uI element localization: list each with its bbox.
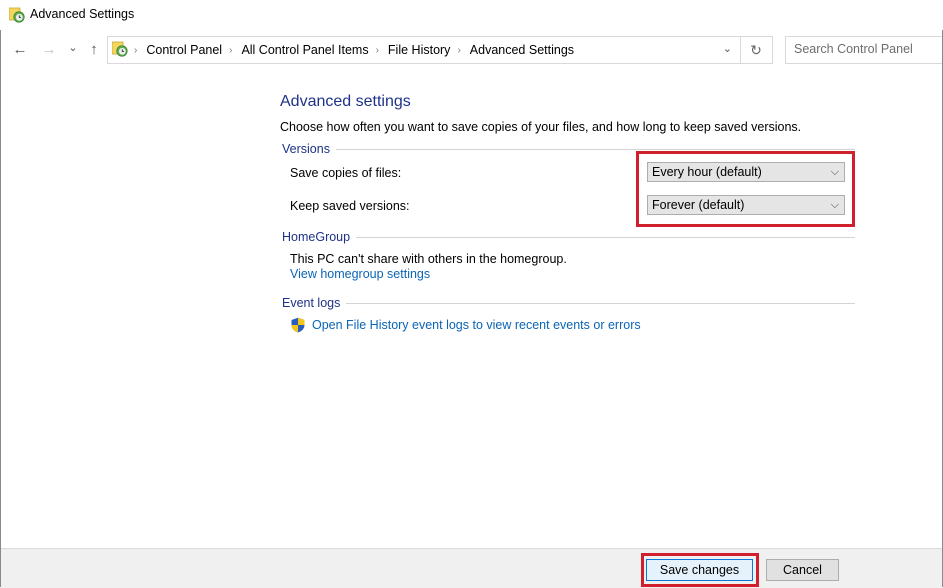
chevron-right-icon[interactable]: › <box>457 45 460 56</box>
chevron-right-icon[interactable]: › <box>134 45 137 56</box>
open-event-logs-link[interactable]: Open File History event logs to view rec… <box>312 318 641 332</box>
divider <box>335 148 855 150</box>
file-history-icon <box>112 41 128 57</box>
back-button[interactable]: ← <box>11 40 29 60</box>
keep-versions-value: Forever (default) <box>652 198 745 212</box>
homegroup-group-header: HomeGroup <box>282 229 855 245</box>
window-frame <box>0 0 943 587</box>
window-title: Advanced Settings <box>30 7 135 21</box>
arrow-right-icon: → <box>41 41 57 58</box>
divider <box>346 302 855 304</box>
recent-locations-button[interactable]: ⌄ <box>64 38 82 58</box>
refresh-icon: ↻ <box>750 42 762 58</box>
save-copies-value: Every hour (default) <box>652 165 762 179</box>
search-input[interactable] <box>786 37 939 61</box>
breadcrumb-all-control-panel-items[interactable]: All Control Panel Items <box>241 43 368 57</box>
file-history-icon <box>9 7 25 23</box>
page-title: Advanced settings <box>280 93 411 110</box>
title-bar: Advanced Settings <box>0 0 943 30</box>
save-copies-select[interactable]: Every hour (default) ⌵ <box>647 162 845 182</box>
chevron-right-icon[interactable]: › <box>376 45 379 56</box>
arrow-left-icon: ← <box>12 41 28 58</box>
keep-versions-label: Keep saved versions: <box>290 199 410 213</box>
uac-shield-icon <box>291 317 305 333</box>
view-homegroup-settings-link[interactable]: View homegroup settings <box>290 267 430 281</box>
chevron-right-icon[interactable]: › <box>229 45 232 56</box>
event-logs-group-title: Event logs <box>282 296 341 310</box>
address-dropdown-icon[interactable]: ⌄ <box>723 42 732 55</box>
homegroup-status: This PC can't share with others in the h… <box>290 252 567 266</box>
homegroup-group-title: HomeGroup <box>282 230 351 244</box>
save-copies-label: Save copies of files: <box>290 166 402 180</box>
address-bar[interactable]: › Control Panel › All Control Panel Item… <box>107 36 741 64</box>
arrow-up-icon: ↑ <box>90 41 98 58</box>
divider <box>356 236 855 238</box>
search-box[interactable] <box>785 36 942 64</box>
forward-button[interactable]: → <box>40 40 58 60</box>
cancel-button[interactable]: Cancel <box>766 559 839 581</box>
event-logs-group-header: Event logs <box>282 295 855 311</box>
up-button[interactable]: ↑ <box>85 40 103 60</box>
navigation-bar: ← → ⌄ ↑ › Control Panel › All Control Pa… <box>0 36 943 64</box>
footer-bar: Save changes Cancel <box>1 548 942 588</box>
keep-versions-select[interactable]: Forever (default) ⌵ <box>647 195 845 215</box>
page-description: Choose how often you want to save copies… <box>280 120 802 134</box>
chevron-down-icon: ⌵ <box>830 166 839 178</box>
chevron-down-icon: ⌵ <box>830 199 839 211</box>
breadcrumb-file-history[interactable]: File History <box>388 43 451 57</box>
breadcrumb: › Control Panel › All Control Panel Item… <box>132 43 574 57</box>
breadcrumb-control-panel[interactable]: Control Panel <box>146 43 222 57</box>
refresh-button[interactable]: ↻ <box>740 36 773 64</box>
versions-group-title: Versions <box>282 142 330 156</box>
breadcrumb-advanced-settings[interactable]: Advanced Settings <box>470 43 574 57</box>
chevron-down-icon: ⌄ <box>68 42 78 54</box>
save-changes-button[interactable]: Save changes <box>646 559 753 581</box>
